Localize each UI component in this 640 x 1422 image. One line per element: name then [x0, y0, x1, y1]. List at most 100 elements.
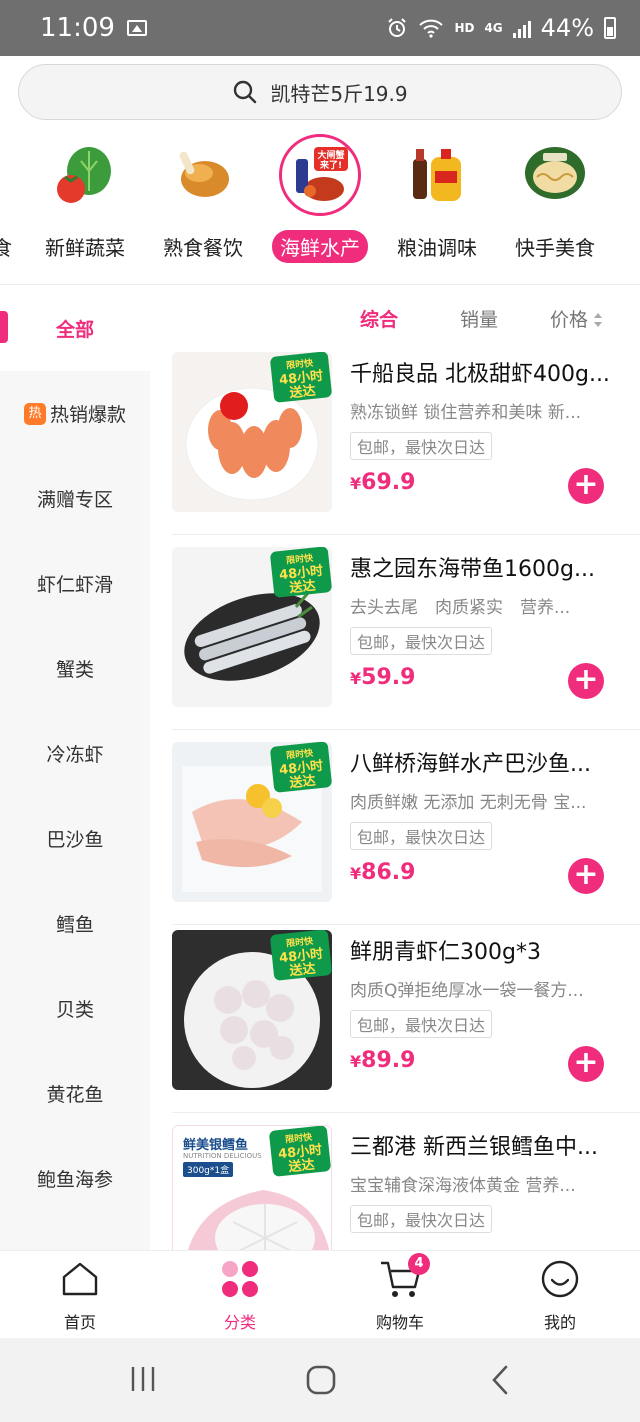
battery-icon — [604, 17, 616, 39]
product-image: 限时快 48小时 送达 — [172, 352, 332, 512]
category-label: 粮油调味 — [397, 236, 477, 260]
sidebar-item-cod[interactable]: 鳕鱼 — [0, 881, 150, 966]
48h-delivery-badge: 限时快 48小时 送达 — [269, 352, 332, 403]
shipping-tag: 包邮，最快次日达 — [350, 627, 493, 655]
home-icon — [58, 1257, 102, 1301]
status-time: 11:09 — [40, 13, 115, 43]
add-to-cart-button[interactable]: + — [568, 858, 604, 894]
price-value: 69.9 — [361, 470, 416, 495]
roast-chicken-icon — [168, 140, 238, 210]
sidebar-item-label: 贝类 — [55, 999, 94, 1021]
price-value: 59.9 — [361, 665, 416, 690]
sort-tab-sales[interactable]: 销量 — [460, 305, 498, 332]
nav-profile[interactable]: 我的 — [510, 1257, 610, 1333]
cart-icon: 4 — [378, 1253, 430, 1301]
sidebar-item-all[interactable]: 全部 — [0, 285, 150, 371]
sort-arrows-icon — [594, 313, 603, 327]
sort-tab-comprehensive[interactable]: 综合 — [360, 305, 398, 332]
sidebar-item-label: 热销爆款 — [49, 404, 126, 426]
product-image: 限时快 48小时 送达 — [172, 930, 332, 1090]
product-subtitle: 熟冻锁鲜 锁住营养和美味 新... — [350, 403, 582, 423]
category-carousel[interactable]: 食 新鲜蔬菜 熟食餐饮 大闸蟹来了! 海鲜水产 粮油调味 快手美食 红 — [0, 132, 640, 282]
category-grid-icon — [218, 1257, 262, 1301]
nav-category[interactable]: 分类 — [190, 1257, 290, 1333]
product-title: 八鲜桥海鲜水产巴沙鱼... — [350, 752, 591, 777]
search-placeholder: 凯特芒5斤19.9 — [270, 81, 408, 106]
product-image: 限时快 48小时 送达 — [172, 742, 332, 902]
sidebar-item-label: 鳕鱼 — [55, 914, 94, 936]
category-label: 食 — [0, 236, 12, 260]
product-subtitle: 肉质Q弹拒绝厚冰一袋一餐方... — [350, 981, 584, 1001]
product-card[interactable]: 限时快 48小时 送达 八鲜桥海鲜水产巴沙鱼... 肉质鲜嫩 无添加 无刺无骨 宝.… — [172, 730, 640, 925]
nav-category-label: 分类 — [223, 1313, 256, 1332]
category-item-partial-right[interactable]: 红 — [618, 140, 640, 263]
category-item-deli[interactable]: 熟食餐饮 — [148, 140, 258, 263]
product-card[interactable]: 限时快 48小时 送达 惠之园东海带鱼1600g... 去头去尾 肉质紧实 营养..… — [172, 535, 640, 730]
sidebar-item-gift[interactable]: 满赠专区 — [0, 456, 150, 541]
category-item-partial-left[interactable]: 食 — [0, 140, 20, 263]
currency-symbol: ¥ — [350, 669, 362, 688]
back-icon[interactable] — [488, 1364, 514, 1396]
nav-home-label: 首页 — [63, 1313, 96, 1332]
48h-delivery-badge: 限时快 48小时 送达 — [268, 1126, 331, 1177]
product-title: 千船良品 北极甜虾400g... — [350, 362, 610, 387]
product-title: 三都港 新西兰银鳕鱼中... — [350, 1135, 598, 1160]
category-item-oil[interactable]: 粮油调味 — [382, 140, 492, 263]
price-value: 89.9 — [361, 1048, 416, 1073]
search-bar[interactable]: 凯特芒5斤19.9 — [18, 64, 622, 120]
nav-home[interactable]: 首页 — [30, 1257, 130, 1333]
home-button-icon[interactable] — [305, 1364, 337, 1396]
sidebar-item-basa[interactable]: 巴沙鱼 — [0, 796, 150, 881]
category-label-active: 海鲜水产 — [272, 230, 368, 263]
nav-cart-label: 购物车 — [375, 1313, 424, 1332]
system-nav-bar — [0, 1338, 640, 1422]
sidebar-item-abalone[interactable]: 鲍鱼海参 — [0, 1136, 150, 1221]
vegetables-icon — [50, 140, 120, 210]
price-value: 86.9 — [361, 860, 416, 885]
product-card[interactable]: 限时快 48小时 送达 千船良品 北极甜虾400g... 熟冻锁鲜 锁住营养和美味 … — [172, 340, 640, 535]
sidebar-item-shrimp-meat[interactable]: 虾仁虾滑 — [0, 541, 150, 626]
add-to-cart-button[interactable]: + — [568, 663, 604, 699]
sort-tab-price[interactable]: 价格 — [550, 305, 603, 332]
sidebar-item-label: 满赠专区 — [36, 489, 113, 511]
product-price: ¥59.9 — [350, 665, 415, 690]
add-to-cart-button[interactable]: + — [568, 468, 604, 504]
signal-icon — [512, 18, 531, 38]
product-subtitle: 去头去尾 肉质紧实 营养... — [350, 598, 571, 618]
category-item-quick-meals[interactable]: 快手美食 — [500, 140, 610, 263]
wifi-icon — [419, 19, 444, 38]
crab-icon: 大闸蟹 来了! — [279, 134, 361, 216]
category-item-seafood[interactable]: 大闸蟹 来了! 海鲜水产 — [265, 134, 375, 263]
sort-bar: 综合 销量 价格 — [150, 290, 640, 346]
recent-apps-icon[interactable] — [128, 1364, 158, 1394]
status-right: HD 4G 44% — [386, 14, 616, 42]
sidebar-item-shellfish[interactable]: 贝类 — [0, 966, 150, 1051]
category-item-vegetables[interactable]: 新鲜蔬菜 — [30, 140, 140, 263]
product-title: 鲜朋青虾仁300g*3 — [350, 940, 541, 965]
product-price: ¥86.9 — [350, 860, 415, 885]
shipping-tag: 包邮，最快次日达 — [350, 822, 493, 850]
product-subtitle: 肉质鲜嫩 无添加 无刺无骨 宝... — [350, 793, 587, 813]
instant-noodles-icon — [520, 140, 590, 210]
hot-badge: 热 — [23, 402, 46, 425]
48h-delivery-badge: 限时快 48小时 送达 — [269, 547, 332, 598]
sidebar-item-label: 虾仁虾滑 — [36, 574, 113, 596]
product-card[interactable]: 鲜美银鳕鱼 NUTRITION DELICIOUS 300g*1盒 限时快 48小… — [172, 1113, 640, 1250]
sidebar-item-croaker[interactable]: 黄花鱼 — [0, 1051, 150, 1136]
alarm-icon — [388, 18, 407, 37]
product-subtitle: 宝宝辅食深海液体黄金 营养... — [350, 1176, 576, 1196]
product-image: 限时快 48小时 送达 — [172, 547, 332, 707]
active-indicator — [0, 311, 8, 343]
currency-symbol: ¥ — [350, 474, 362, 493]
add-to-cart-button[interactable]: + — [568, 1046, 604, 1082]
nav-cart[interactable]: 4 购物车 — [350, 1253, 450, 1333]
sidebar-item-frozen-shrimp[interactable]: 冷冻虾 — [0, 711, 150, 796]
product-image: 鲜美银鳕鱼 NUTRITION DELICIOUS 300g*1盒 限时快 48小… — [172, 1125, 332, 1250]
sort-tab-price-label: 价格 — [550, 308, 589, 331]
sidebar-item-crab[interactable]: 蟹类 — [0, 626, 150, 711]
product-card[interactable]: 限时快 48小时 送达 鲜朋青虾仁300g*3 肉质Q弹拒绝厚冰一袋一餐方... 包… — [172, 918, 640, 1113]
sidebar-item-hot[interactable]: 热 热销爆款 — [0, 371, 150, 456]
profile-smile-icon — [538, 1257, 582, 1301]
category-label: 新鲜蔬菜 — [45, 236, 125, 260]
sidebar-item-label: 蟹类 — [55, 659, 94, 681]
